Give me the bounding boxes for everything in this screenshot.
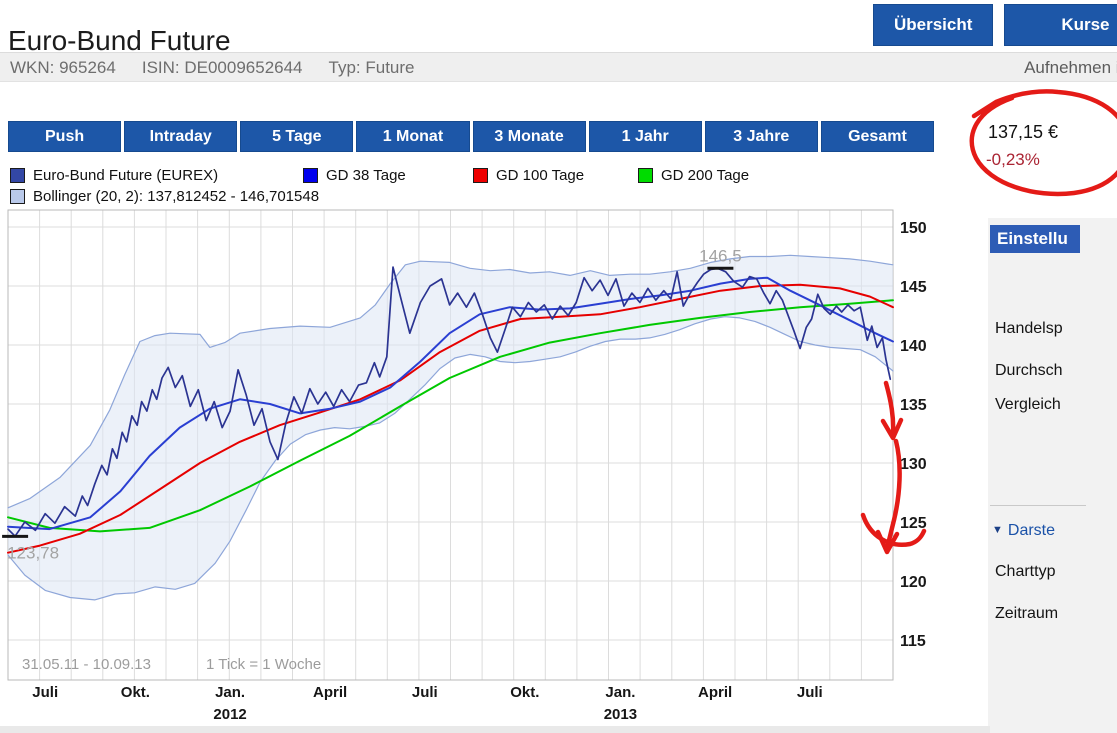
sidebar-section-label: Darste: [1008, 522, 1055, 539]
triangle-down-icon: ▼: [992, 524, 1003, 536]
identifier-wkn: WKN: 965264: [10, 58, 116, 77]
legend-label: Bollinger (20, 2): 137,812452 - 146,7015…: [33, 188, 319, 205]
y-axis-label-115: 115: [900, 633, 926, 650]
annotation-label-146-5: 146,5: [699, 246, 742, 265]
legend-swatch-icon: [473, 168, 488, 183]
price-chart-canvas: 146,5 123,78 31.05.11 - 10.09.13 1 Tick = 1…: [0, 205, 960, 733]
price-chart[interactable]: 146,5 123,78 31.05.11 - 10.09.13 1 Tick = 1…: [0, 205, 960, 733]
tab-push[interactable]: Push: [8, 121, 121, 152]
hand-drawn-circle-annotation: [960, 86, 1117, 204]
x-axis-label-okt-: Okt.: [510, 684, 539, 701]
x-axis-year-2013: 2013: [604, 706, 637, 723]
y-axis-label-140: 140: [900, 338, 927, 355]
legend-item-gd-100-tage: GD 100 Tage: [473, 167, 584, 184]
x-axis-label-april: April: [313, 684, 347, 701]
x-axis-label-juli: Juli: [797, 684, 823, 701]
y-axis-label-150: 150: [900, 220, 927, 237]
legend-item-euro-bund-future: Euro-Bund Future (EUREX): [10, 167, 218, 184]
instrument-identifiers: WKN: 965264 ISIN: DE0009652644 Typ: Future: [10, 58, 441, 78]
legend-swatch-icon: [10, 189, 25, 204]
tab-3-monate[interactable]: 3 Monate: [473, 121, 586, 152]
y-axis-label-130: 130: [900, 456, 927, 473]
x-axis-year-2012: 2012: [213, 706, 246, 723]
tab-3-jahre[interactable]: 3 Jahre: [705, 121, 818, 152]
annotation-label-123-78: 123,78: [7, 543, 59, 562]
horizontal-scrollbar[interactable]: [0, 726, 990, 733]
legend-swatch-icon: [303, 168, 318, 183]
sidebar-item-zeitraum[interactable]: Zeitraum: [995, 605, 1058, 623]
last-price: 137,15 €: [988, 122, 1058, 143]
identifier-isin: ISIN: DE0009652644: [142, 58, 303, 77]
tick-note-label: 1 Tick = 1 Woche: [206, 656, 321, 673]
euro-bund-future-page: { "header": { "title": "Euro-Bund Future…: [0, 0, 1117, 733]
header-button-übersicht[interactable]: Übersicht: [873, 4, 993, 46]
sidebar-divider: [990, 505, 1086, 506]
sidebar-item-charttyp[interactable]: Charttyp: [995, 563, 1055, 581]
y-axis-label-135: 135: [900, 397, 927, 414]
x-axis-label-jan-: Jan.: [215, 684, 245, 701]
x-axis-label-jan-: Jan.: [605, 684, 635, 701]
x-axis-label-juli: Juli: [412, 684, 438, 701]
x-axis-label-okt-: Okt.: [121, 684, 150, 701]
legend-swatch-icon: [638, 168, 653, 183]
sidebar-item-vergleich[interactable]: Vergleich: [995, 396, 1061, 414]
legend-swatch-icon: [10, 168, 25, 183]
x-axis-label-april: April: [698, 684, 732, 701]
y-axis-label-125: 125: [900, 515, 927, 532]
x-axis-label-juli: Juli: [32, 684, 58, 701]
sidebar-header: Einstellu: [990, 225, 1080, 253]
settings-sidebar: Einstellu ▼ Darste Handelsp Durchsch Vergle…: [988, 218, 1117, 733]
legend-item-bollinger: Bollinger (20, 2): 137,812452 - 146,7015…: [10, 188, 319, 205]
tab-1-monat[interactable]: 1 Monat: [356, 121, 469, 152]
tab-1-jahr[interactable]: 1 Jahr: [589, 121, 702, 152]
tab-intraday[interactable]: Intraday: [124, 121, 237, 152]
legend-label: GD 100 Tage: [496, 167, 584, 184]
date-range-label: 31.05.11 - 10.09.13: [22, 656, 151, 673]
sidebar-item-handelsp[interactable]: Handelsp: [995, 320, 1063, 338]
period-tab-bar: PushIntraday5 Tage1 Monat3 Monate1 Jahr3…: [8, 121, 934, 152]
legend-item-gd-38-tage: GD 38 Tage: [303, 167, 406, 184]
y-axis-label-120: 120: [900, 574, 927, 591]
legend-label: Euro-Bund Future (EUREX): [33, 167, 218, 184]
instrument-info-bar: WKN: 965264 ISIN: DE0009652644 Typ: Future…: [0, 52, 1117, 82]
header-buttons: Übersicht Kurse: [873, 4, 1117, 46]
legend-label: GD 200 Tage: [661, 167, 749, 184]
tab-5-tage[interactable]: 5 Tage: [240, 121, 353, 152]
price-change-percent: -0,23%: [986, 150, 1040, 170]
header-button-kurse[interactable]: Kurse: [1004, 4, 1117, 46]
sidebar-section-darstellung[interactable]: ▼ Darste: [992, 522, 1055, 540]
y-axis-label-145: 145: [900, 279, 927, 296]
legend-label: GD 38 Tage: [326, 167, 406, 184]
sidebar-item-durchsch[interactable]: Durchsch: [995, 362, 1063, 380]
aufnehmen-in-link[interactable]: Aufnehmen in: [1024, 58, 1117, 78]
identifier-typ: Typ: Future: [329, 58, 415, 77]
tab-gesamt[interactable]: Gesamt: [821, 121, 934, 152]
legend-item-gd-200-tage: GD 200 Tage: [638, 167, 749, 184]
